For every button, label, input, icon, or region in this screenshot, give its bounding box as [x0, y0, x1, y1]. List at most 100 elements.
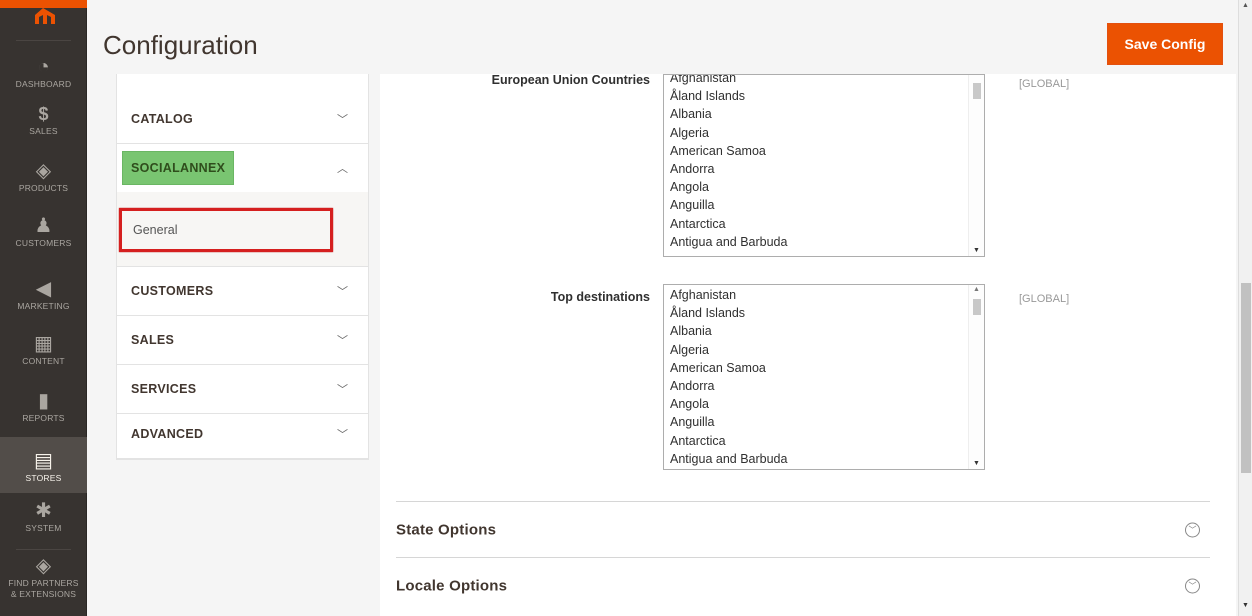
- scroll-down-arrow-icon[interactable]: ▼: [973, 460, 980, 467]
- top-destinations-scope: [GLOBAL]: [1019, 293, 1070, 305]
- tab-label: SOCIALANNEX: [122, 151, 235, 185]
- chevron-circle-down-icon[interactable]: ﹀: [1185, 578, 1200, 593]
- scroll-down-arrow-icon[interactable]: ▼: [1242, 602, 1249, 609]
- option[interactable]: Åland Islands: [664, 304, 984, 322]
- chevron-down-icon: ﹀: [337, 114, 348, 126]
- state-options-section[interactable]: State Options ﹀: [396, 501, 1210, 557]
- gauge-icon: ◔: [37, 56, 50, 78]
- person-icon: ♟: [34, 215, 53, 237]
- option[interactable]: Antarctica: [664, 432, 984, 450]
- option[interactable]: Antarctica: [664, 215, 984, 233]
- tab-socialannex[interactable]: SOCIALANNEX ︿: [117, 144, 368, 193]
- option[interactable]: Afghanistan: [664, 75, 984, 87]
- highlight-box: General: [119, 208, 333, 252]
- option[interactable]: American Samoa: [664, 142, 984, 160]
- tab-label: CATALOG: [131, 112, 194, 126]
- magento-logo-icon[interactable]: [28, 6, 58, 24]
- option[interactable]: Angola: [664, 178, 984, 196]
- nav-item-label: MARKETING: [17, 301, 70, 311]
- nav-item-stores[interactable]: ▤ STORES: [0, 437, 87, 493]
- eu-countries-scrollbar[interactable]: ▼: [968, 75, 984, 256]
- megaphone-icon: ◀: [35, 278, 52, 300]
- top-destinations-label: Top destinations: [550, 290, 650, 304]
- nav-item-sales[interactable]: $ SALES: [0, 103, 87, 143]
- tab-sales[interactable]: SALES ﹀: [117, 316, 368, 365]
- nav-divider: [16, 549, 71, 550]
- section-title: State Options: [396, 521, 497, 538]
- option[interactable]: Åland Islands: [664, 87, 984, 105]
- nav-item-label: CUSTOMERS: [15, 238, 72, 248]
- page-scrollbar[interactable]: ▲ ▼: [1238, 0, 1252, 616]
- tab-catalog[interactable]: CATALOG ﹀: [117, 95, 368, 144]
- option[interactable]: Afghanistan: [664, 286, 984, 304]
- option[interactable]: Angola: [664, 395, 984, 413]
- nav-item-dashboard[interactable]: ◔ DASHBOARD: [0, 56, 87, 90]
- option[interactable]: Algeria: [664, 341, 984, 359]
- dollar-icon: $: [38, 104, 49, 124]
- nav-item-label: REPORTS: [22, 413, 65, 423]
- box-icon: ◈: [35, 555, 52, 577]
- nav-item-label: CONTENT: [22, 356, 65, 366]
- config-tabs: CATALOG ﹀ SOCIALANNEX ︿ General CUSTOMER…: [116, 74, 369, 460]
- gear-icon: ✱: [35, 500, 52, 522]
- scroll-thumb[interactable]: [973, 299, 981, 315]
- eu-countries-multiselect[interactable]: Afghanistan Åland Islands Albania Algeri…: [663, 74, 985, 257]
- option[interactable]: American Samoa: [664, 359, 984, 377]
- option[interactable]: Anguilla: [664, 196, 984, 214]
- option[interactable]: Andorra: [664, 377, 984, 395]
- tab-label: SERVICES: [131, 382, 197, 396]
- storefront-icon: ▤: [34, 450, 53, 472]
- scroll-thumb[interactable]: [973, 83, 981, 99]
- nav-item-label-line2: & EXTENSIONS: [10, 589, 77, 599]
- nav-divider: [16, 40, 71, 41]
- eu-countries-scope: [GLOBAL]: [1019, 78, 1070, 90]
- option[interactable]: Antigua and Barbuda: [664, 450, 984, 468]
- nav-item-customers[interactable]: ♟ CUSTOMERS: [0, 215, 87, 255]
- nav-item-reports[interactable]: ▮ REPORTS: [0, 390, 87, 430]
- nav-item-label: STORES: [25, 473, 62, 483]
- nav-item-label: PRODUCTS: [18, 183, 69, 193]
- nav-item-marketing[interactable]: ◀ MARKETING: [0, 278, 87, 318]
- tab-label: CUSTOMERS: [131, 284, 214, 298]
- chevron-down-icon: ﹀: [337, 286, 348, 298]
- top-destinations-multiselect[interactable]: Afghanistan Åland Islands Albania Algeri…: [663, 284, 985, 470]
- chevron-circle-down-icon[interactable]: ﹀: [1185, 522, 1200, 537]
- eu-countries-label: European Union Countries: [491, 73, 650, 87]
- option[interactable]: Algeria: [664, 124, 984, 142]
- sub-item-label: General: [133, 223, 178, 237]
- bar-chart-icon: ▮: [37, 390, 49, 412]
- tab-label: ADVANCED: [131, 427, 204, 441]
- tab-services[interactable]: SERVICES ﹀: [117, 365, 368, 414]
- scroll-up-arrow-icon[interactable]: ▲: [1242, 2, 1249, 9]
- top-destinations-scrollbar[interactable]: ▲ ▼: [968, 285, 984, 469]
- option[interactable]: Anguilla: [664, 413, 984, 431]
- nav-item-products[interactable]: ◈ PRODUCTS: [0, 160, 87, 200]
- chevron-down-icon: ﹀: [337, 384, 348, 396]
- option[interactable]: Albania: [664, 105, 984, 123]
- tab-label: SALES: [131, 333, 175, 347]
- nav-item-label: DASHBOARD: [15, 79, 72, 89]
- tab-advanced[interactable]: ADVANCED ﹀: [117, 410, 368, 459]
- scroll-up-arrow-icon[interactable]: ▲: [973, 286, 980, 293]
- cube-icon: ◈: [35, 160, 52, 182]
- nav-item-label-line1: FIND PARTNERS: [8, 578, 79, 588]
- page-scroll-thumb[interactable]: [1241, 283, 1251, 473]
- tab-sub-item-general[interactable]: General: [117, 192, 368, 267]
- nav-item-content[interactable]: ▦ CONTENT: [0, 333, 87, 373]
- locale-options-section[interactable]: Locale Options ﹀: [396, 557, 1210, 613]
- option[interactable]: Andorra: [664, 160, 984, 178]
- nav-item-find-partners[interactable]: ◈ FIND PARTNERS & EXTENSIONS: [0, 555, 87, 611]
- page-title: Configuration: [103, 30, 258, 60]
- chevron-down-icon: ﹀: [337, 335, 348, 347]
- scroll-down-arrow-icon[interactable]: ▼: [973, 247, 980, 254]
- option[interactable]: Antigua and Barbuda: [664, 233, 984, 251]
- tab-customers[interactable]: CUSTOMERS ﹀: [117, 267, 368, 316]
- option[interactable]: Albania: [664, 322, 984, 340]
- layout-icon: ▦: [34, 333, 53, 355]
- nav-item-label: SYSTEM: [25, 523, 62, 533]
- nav-item-system[interactable]: ✱ SYSTEM: [0, 500, 87, 540]
- save-config-button[interactable]: Save Config: [1107, 23, 1223, 65]
- nav-item-label: SALES: [29, 126, 58, 136]
- eu-countries-options: Afghanistan Åland Islands Albania Algeri…: [664, 75, 984, 251]
- section-title: Locale Options: [396, 577, 508, 594]
